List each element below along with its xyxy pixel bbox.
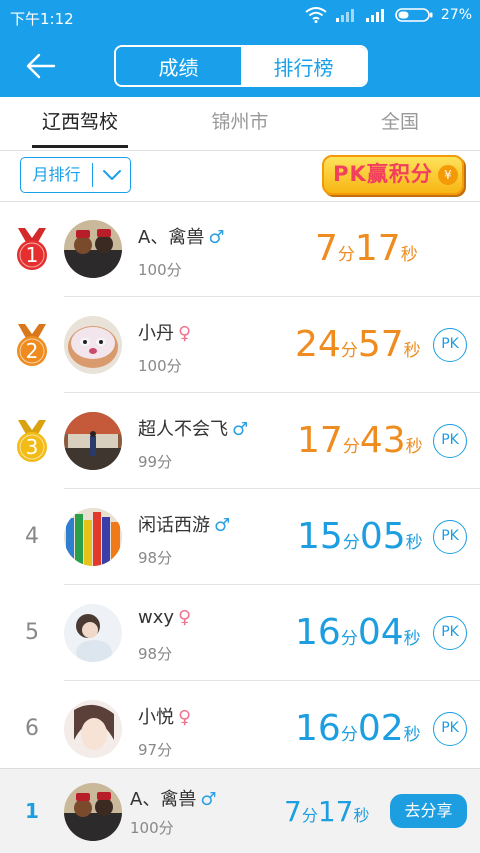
user-name: 超人不会飞 xyxy=(138,419,228,440)
svg-text:2: 2 xyxy=(26,339,39,363)
leaderboard-row[interactable]: 5 wxy ♀ 98分 16分04秒 PK xyxy=(0,585,480,681)
signal-icon-1 xyxy=(335,9,354,22)
share-button[interactable]: 去分享 xyxy=(390,794,467,828)
pk-button[interactable]: PK xyxy=(433,424,467,458)
user-name: A、禽兽 xyxy=(138,227,205,248)
coin-icon: ¥ xyxy=(438,165,458,185)
tab-national[interactable]: 全国 xyxy=(320,97,480,150)
tab-city[interactable]: 锦州市 xyxy=(160,97,320,150)
rank-1-medal-icon: 1 xyxy=(17,228,47,270)
rank-number: 4 xyxy=(25,524,39,549)
scope-tabs: 辽西驾校 锦州市 全国 xyxy=(0,97,480,150)
male-icon: ♂ xyxy=(200,789,217,810)
user-score: 98分 xyxy=(138,549,173,567)
my-rank-number: 1 xyxy=(25,799,39,823)
rank-2-medal-icon: 2 xyxy=(17,324,47,366)
leaderboard-row[interactable]: 2 小丹 ♀ 100分 24分57秒 PK xyxy=(0,297,480,393)
female-icon: ♀ xyxy=(178,707,192,728)
avatar[interactable] xyxy=(64,220,122,278)
rank-3-medal-icon: 3 xyxy=(17,420,47,462)
tab-school[interactable]: 辽西驾校 xyxy=(0,97,160,150)
pk-button[interactable]: PK xyxy=(433,328,467,362)
svg-text:1: 1 xyxy=(26,243,39,267)
pk-reward-text: PK赢积分 xyxy=(333,162,433,186)
leaderboard-row[interactable]: 4 闲话西游 ♂ 98分 15分05秒 PK xyxy=(0,489,480,585)
user-score: 100分 xyxy=(138,261,182,279)
wifi-icon xyxy=(305,7,327,23)
my-score: 100分 xyxy=(130,819,174,837)
segment-ranking[interactable]: 排行榜 xyxy=(241,47,366,85)
my-exam-time: 7分17秒 xyxy=(284,795,370,828)
avatar[interactable] xyxy=(64,316,122,374)
pk-button[interactable]: PK xyxy=(433,520,467,554)
user-name: 闲话西游 xyxy=(138,515,210,536)
user-score: 99分 xyxy=(138,453,173,471)
exam-time: 24分57秒 xyxy=(295,324,421,365)
exam-time: 7分17秒 xyxy=(315,228,418,269)
signal-icon-2 xyxy=(365,9,384,22)
male-icon: ♂ xyxy=(214,515,231,536)
female-icon: ♀ xyxy=(178,607,192,628)
tabs-divider xyxy=(0,150,480,151)
period-dropdown[interactable]: 月排行 xyxy=(20,157,131,193)
female-icon: ♀ xyxy=(178,323,192,344)
leaderboard-row[interactable]: 3 超人不会飞 ♂ 99分 17分43秒 PK xyxy=(0,393,480,489)
avatar[interactable] xyxy=(64,412,122,470)
exam-time: 15分05秒 xyxy=(297,516,423,557)
battery-percent: 27% xyxy=(440,7,472,23)
rank-number: 6 xyxy=(25,716,39,741)
battery-icon xyxy=(395,8,433,22)
pk-button[interactable]: PK xyxy=(433,712,467,746)
user-score: 98分 xyxy=(138,645,173,663)
user-score: 100分 xyxy=(138,357,182,375)
svg-text:3: 3 xyxy=(26,435,39,459)
pk-button[interactable]: PK xyxy=(433,616,467,650)
male-icon: ♂ xyxy=(232,419,249,440)
exam-time: 17分43秒 xyxy=(297,420,423,461)
status-time: 下午1:12 xyxy=(10,10,74,28)
male-icon: ♂ xyxy=(208,227,225,248)
user-score: 97分 xyxy=(138,741,173,759)
leaderboard-row[interactable]: 1 A、禽兽 ♂ 100分 7分17秒 xyxy=(0,201,480,297)
pk-reward-banner[interactable]: PK赢积分 ¥ xyxy=(322,155,464,195)
my-rank-bar: 1 A、禽兽 ♂ 100分 7分17秒 去分享 xyxy=(0,768,480,853)
user-name: wxy xyxy=(138,607,175,628)
avatar[interactable] xyxy=(64,604,122,662)
back-arrow-icon[interactable] xyxy=(26,52,56,80)
period-dropdown-label: 月排行 xyxy=(21,163,93,187)
leaderboard-row[interactable]: 6 小悦 ♀ 97分 16分02秒 PK xyxy=(0,681,480,777)
chevron-down-icon xyxy=(102,170,121,180)
segmented-control: 成绩 排行榜 xyxy=(114,45,368,87)
status-bar: 下午1:12 27% xyxy=(0,0,480,36)
status-icons: 27% xyxy=(305,7,472,23)
user-name: 小悦 xyxy=(138,707,174,728)
exam-time: 16分04秒 xyxy=(295,612,421,653)
my-name: A、禽兽 xyxy=(130,789,197,810)
avatar[interactable] xyxy=(64,700,122,758)
segment-scores[interactable]: 成绩 xyxy=(116,47,241,85)
rank-number: 5 xyxy=(25,620,39,645)
app-bar: 成绩 排行榜 xyxy=(0,36,480,97)
avatar[interactable] xyxy=(64,508,122,566)
user-name: 小丹 xyxy=(138,323,174,344)
my-avatar[interactable] xyxy=(64,783,122,841)
